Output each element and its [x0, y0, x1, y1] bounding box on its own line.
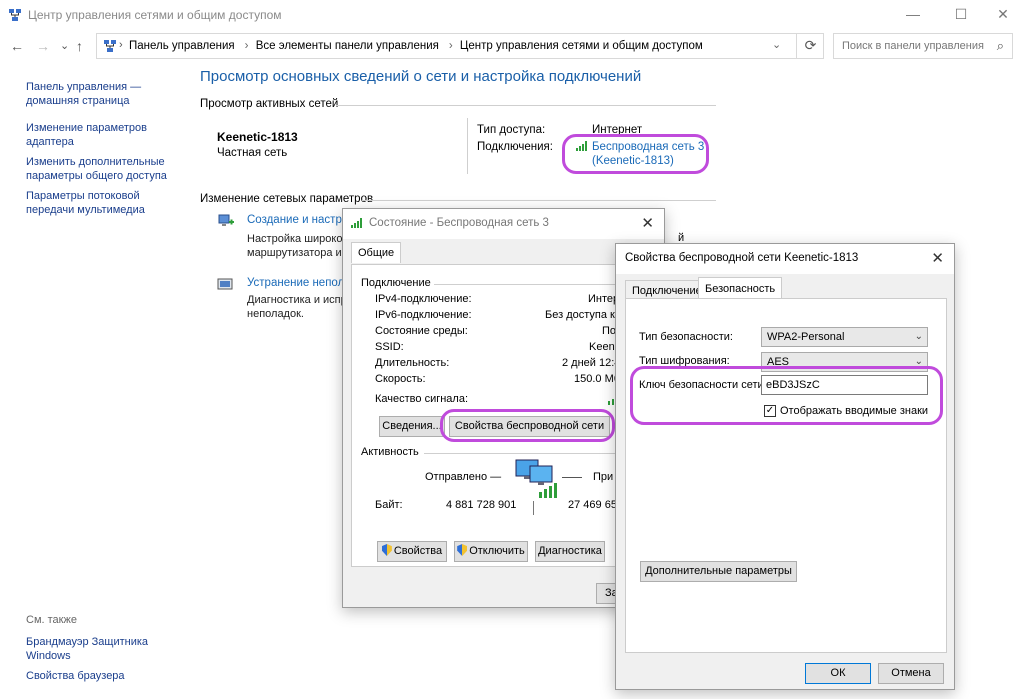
breadcrumb: Панель управления › Все элементы панели у…: [129, 40, 707, 52]
highlight-security-key: [630, 366, 943, 425]
search-icon: ⌕: [996, 38, 1004, 53]
network-center-icon: [104, 40, 116, 52]
speed-value: 150.0 Мб: [574, 373, 621, 385]
divider: [533, 501, 534, 515]
computers-network-icon: [515, 459, 557, 498]
activity-group-label: Активность: [361, 446, 419, 458]
status-dialog-title-bar: Состояние - Беспроводная сеть 3 ✕: [343, 209, 664, 239]
close-icon[interactable]: ✕: [641, 214, 654, 232]
close-button[interactable]: ✕: [980, 0, 1024, 30]
properties-button-label: Свойства: [393, 545, 443, 557]
window-title: Центр управления сетями и общим доступом: [28, 8, 282, 22]
highlight-connection: [562, 134, 709, 174]
chevron-down-icon: ⌄: [914, 331, 923, 342]
close-icon[interactable]: ✕: [931, 249, 944, 267]
speed-label: Скорость:: [375, 373, 426, 385]
media-state-label: Состояние среды:: [375, 325, 468, 337]
divider: [467, 118, 468, 174]
network-center-icon: [9, 9, 21, 21]
bytes-sent-value: 4 881 728 901: [446, 499, 517, 511]
network-name: Keenetic-1813: [217, 130, 298, 144]
breadcrumb-item[interactable]: Все элементы панели управления: [256, 40, 439, 52]
search-placeholder: Поиск в панели управления: [842, 40, 984, 52]
sidebar-item-firewall[interactable]: Брандмауэр Защитника Windows: [26, 635, 166, 663]
properties-button[interactable]: Свойства: [377, 541, 447, 562]
task-link-troubleshoot[interactable]: Устранение непола: [247, 277, 351, 289]
history-dropdown-icon[interactable]: ⌄: [60, 37, 69, 55]
details-button[interactable]: Сведения...: [379, 416, 445, 437]
properties-dialog-title: Свойства беспроводной сети Keenetic-1813: [625, 252, 859, 264]
divider: [562, 477, 582, 478]
change-settings-heading: Изменение сетевых параметров: [200, 193, 374, 205]
ssid-label: SSID:: [375, 341, 404, 353]
status-dialog-title: Состояние - Беспроводная сеть 3: [369, 217, 549, 229]
bytes-label: Байт:: [375, 499, 403, 511]
divider: [336, 105, 716, 106]
tab-security[interactable]: Безопасность: [698, 277, 783, 299]
breadcrumb-item[interactable]: Панель управления: [129, 40, 235, 52]
duration-value: 2 дней 12:4: [562, 357, 621, 369]
sidebar-item-browser[interactable]: Свойства браузера: [26, 669, 166, 683]
task-link-new-connection[interactable]: Создание и настрой: [247, 214, 355, 226]
chevron-right-icon: ›: [448, 40, 453, 52]
breadcrumb-item[interactable]: Центр управления сетями и общим доступом: [460, 40, 703, 52]
highlight-wireless-button: [440, 409, 615, 442]
task-description: маршрутизатора и: [247, 247, 342, 259]
cancel-button[interactable]: Отмена: [878, 663, 944, 684]
task-description: неполадок.: [247, 308, 304, 320]
general-panel: Подключение IPv4-подключение: Интер IPv6…: [351, 264, 656, 567]
sidebar-item-streaming[interactable]: Параметры потоковой передачи мультимедиа: [26, 189, 176, 217]
security-panel: Тип безопасности: WPA2-Personal ⌄ Тип шиф…: [625, 298, 947, 653]
security-type-label: Тип безопасности:: [639, 331, 733, 343]
access-type-label: Тип доступа:: [477, 124, 546, 136]
minimize-button[interactable]: —: [890, 0, 936, 30]
refresh-icon[interactable]: ⟳: [796, 33, 824, 59]
received-label: При: [593, 471, 614, 483]
security-type-value: WPA2-Personal: [767, 331, 845, 343]
duration-label: Длительность:: [375, 357, 450, 369]
see-also-heading: См. также: [26, 614, 77, 626]
security-type-select[interactable]: WPA2-Personal ⌄: [761, 327, 928, 347]
troubleshoot-icon: [217, 278, 233, 290]
properties-dialog-title-bar: Свойства беспроводной сети Keenetic-1813…: [616, 244, 954, 274]
title-bar: Центр управления сетями и общим доступом…: [0, 0, 1024, 30]
wifi-signal-icon: [351, 218, 362, 228]
maximize-button[interactable]: ☐: [938, 0, 984, 30]
signal-quality-label: Качество сигнала:: [375, 393, 469, 405]
up-arrow-icon[interactable]: ↑: [76, 37, 83, 55]
connection-group-label: Подключение: [361, 277, 431, 289]
sidebar-item-home[interactable]: Панель управления — домашняя страница: [26, 80, 176, 108]
chevron-right-icon: ›: [119, 39, 123, 51]
wireless-properties-dialog: Свойства беспроводной сети Keenetic-1813…: [615, 243, 955, 690]
tab-general[interactable]: Общие: [351, 242, 402, 263]
page-title: Просмотр основных сведений о сети и наст…: [200, 68, 642, 85]
forward-arrow-icon[interactable]: →: [36, 37, 50, 55]
shield-icon: [457, 544, 468, 556]
sidebar-item-adapter[interactable]: Изменение параметров адаптера: [26, 121, 176, 149]
active-networks-heading: Просмотр активных сетей: [200, 98, 339, 110]
new-connection-icon: [218, 214, 234, 226]
address-bar[interactable]: › Панель управления › Все элементы панели…: [96, 33, 824, 59]
chevron-right-icon: ›: [244, 40, 249, 52]
address-dropdown-icon[interactable]: ⌄: [772, 38, 781, 51]
disable-button[interactable]: Отключить: [454, 541, 528, 562]
search-input[interactable]: Поиск в панели управления ⌕: [833, 33, 1013, 59]
divider: [362, 200, 716, 201]
diagnose-button[interactable]: Диагностика: [535, 541, 605, 562]
ipv6-value: Без доступа к с: [545, 309, 624, 321]
ok-button[interactable]: ОК: [805, 663, 871, 684]
back-arrow-icon[interactable]: ←: [10, 37, 24, 55]
network-type: Частная сеть: [217, 147, 288, 159]
task-description: Настройка широко: [247, 233, 343, 245]
task-description: Диагностика и испр: [247, 294, 347, 306]
sidebar-item-sharing[interactable]: Изменить дополнительные параметры общего…: [26, 155, 176, 183]
connections-label: Подключения:: [477, 141, 553, 153]
advanced-settings-button[interactable]: Дополнительные параметры: [640, 561, 797, 582]
disable-button-label: Отключить: [469, 545, 525, 557]
ipv6-label: IPv6-подключение:: [375, 309, 472, 321]
ipv4-label: IPv4-подключение:: [375, 293, 472, 305]
shield-icon: [381, 544, 392, 556]
sent-label: Отправлено —: [425, 471, 502, 483]
